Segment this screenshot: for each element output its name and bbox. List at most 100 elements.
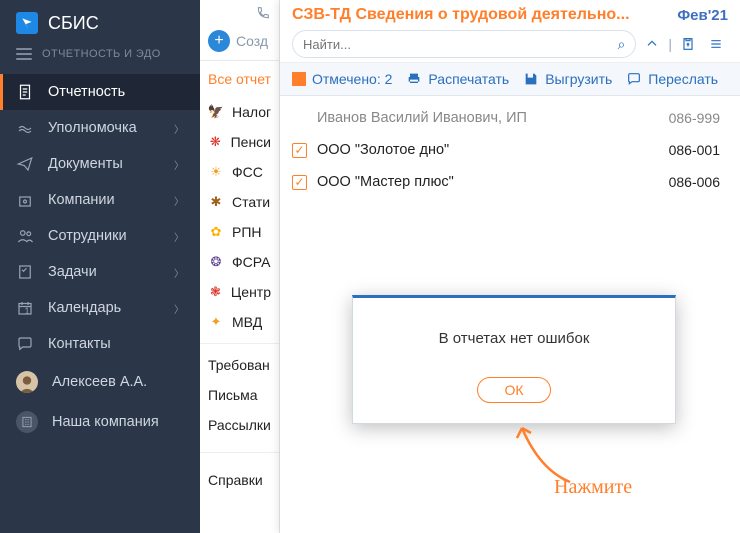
plain-cat-2[interactable]: Рассылки bbox=[200, 410, 279, 440]
category-icon: 🦅 bbox=[208, 104, 224, 120]
toolbar: Отмечено: 2 Распечатать Выгрузить Пересл… bbox=[280, 63, 740, 96]
user-name: Алексеев А.А. bbox=[52, 374, 147, 390]
modal-ok-button[interactable]: ОК bbox=[477, 377, 550, 403]
row-code: 086-999 bbox=[669, 110, 720, 126]
table-row[interactable]: ✓ ООО "Золотое дно" 086-001 bbox=[284, 134, 736, 166]
tb-forward[interactable]: Переслать bbox=[626, 71, 718, 87]
sidebar-item-2[interactable]: Документы〉 bbox=[0, 146, 200, 182]
modal-dialog: В отчетах нет ошибок ОК bbox=[352, 295, 676, 424]
checkbox[interactable]: ✓ bbox=[292, 143, 307, 158]
clipboard-up-icon[interactable] bbox=[676, 32, 700, 56]
chat-icon bbox=[626, 71, 642, 87]
sidebar-item-5[interactable]: Задачи〉 bbox=[0, 254, 200, 290]
menu-icon[interactable] bbox=[16, 48, 32, 60]
search-icon[interactable]: ⌕ bbox=[618, 36, 626, 53]
plain-cat-1[interactable]: Письма bbox=[200, 380, 279, 410]
our-company-label: Наша компания bbox=[52, 414, 159, 430]
co-icon bbox=[16, 191, 34, 209]
category-4[interactable]: ✿ РПН bbox=[200, 217, 279, 247]
category-label: Налог bbox=[232, 104, 271, 120]
row-name: ООО "Золотое дно" bbox=[317, 142, 659, 158]
category-icon: ❂ bbox=[208, 254, 224, 270]
cal-icon: 1 bbox=[16, 299, 34, 317]
sidebar-item-4[interactable]: Сотрудники 〉 bbox=[0, 218, 200, 254]
nav-label: Контакты bbox=[48, 336, 111, 352]
category-icon: ☀ bbox=[208, 164, 224, 180]
collapse-icon[interactable] bbox=[640, 32, 664, 56]
brand-logo-icon bbox=[16, 12, 38, 34]
phone-row[interactable] bbox=[200, 0, 279, 26]
create-row[interactable]: + Созд bbox=[200, 26, 279, 61]
category-7[interactable]: ✦МВД bbox=[200, 307, 279, 337]
category-6[interactable]: ❃Центр bbox=[200, 277, 279, 307]
category-1[interactable]: ❋ Пенси bbox=[200, 127, 279, 157]
category-5[interactable]: ❂ ФСРА bbox=[200, 247, 279, 277]
nav-label: Документы bbox=[48, 156, 123, 172]
sidebar-item-1[interactable]: Уполномочка〉 bbox=[0, 110, 200, 146]
table-row[interactable]: ✓ ООО "Мастер плюс" 086-006 bbox=[284, 166, 736, 198]
more-icon[interactable] bbox=[704, 32, 728, 56]
middle-column: + Созд Все отчет 🦅 Налог ❋ Пенси ☀ ФСС ✱ Стати ✿… bbox=[200, 0, 280, 533]
sidebar-header: СБИС bbox=[0, 0, 200, 46]
tb-print[interactable]: Распечатать bbox=[406, 71, 509, 87]
chevron-right-icon: 〉 bbox=[174, 229, 184, 244]
category-label: РПН bbox=[232, 224, 262, 240]
hands-icon bbox=[16, 119, 34, 137]
nav-label: Календарь bbox=[48, 300, 121, 316]
nav-label: Компании bbox=[48, 192, 115, 208]
sidebar-subtitle: ОТЧЕТНОСТЬ И ЭДО bbox=[42, 48, 161, 60]
rows-container: Иванов Василий Иванович, ИП086-999 ✓ ООО "… bbox=[280, 96, 740, 204]
building-icon bbox=[16, 411, 38, 433]
create-label: Созд bbox=[236, 33, 268, 49]
search-input[interactable] bbox=[303, 37, 618, 52]
row-name: ООО "Мастер плюс" bbox=[317, 174, 659, 190]
sidebar-subtitle-row[interactable]: ОТЧЕТНОСТЬ И ЭДО bbox=[0, 46, 200, 74]
chevron-right-icon: 〉 bbox=[174, 301, 184, 316]
sidebar-item-7[interactable]: Контакты bbox=[0, 326, 200, 362]
tb-export[interactable]: Выгрузить bbox=[523, 71, 612, 87]
category-2[interactable]: ☀ ФСС bbox=[200, 157, 279, 187]
category-label: Стати bbox=[232, 194, 270, 210]
category-label: ФСС bbox=[232, 164, 263, 180]
category-label: ФСРА bbox=[232, 254, 271, 270]
create-plus-icon[interactable]: + bbox=[208, 30, 230, 52]
tb-marked[interactable]: Отмечено: 2 bbox=[292, 71, 392, 87]
category-0[interactable]: 🦅 Налог bbox=[200, 97, 279, 127]
sidebar-item-3[interactable]: Компании 〉 bbox=[0, 182, 200, 218]
plain-cat-0[interactable]: Требован bbox=[200, 350, 279, 380]
print-icon bbox=[406, 71, 422, 87]
panel-date[interactable]: Фев'21 bbox=[677, 7, 728, 24]
brand-name: СБИС bbox=[48, 13, 99, 34]
search-box[interactable]: ⌕ bbox=[292, 30, 636, 58]
sidebar-item-0[interactable]: Отчетность bbox=[0, 74, 200, 110]
checkbox[interactable]: ✓ bbox=[292, 175, 307, 190]
send-icon bbox=[16, 155, 34, 173]
task-icon bbox=[16, 263, 34, 281]
category-3[interactable]: ✱ Стати bbox=[200, 187, 279, 217]
chevron-right-icon: 〉 bbox=[174, 193, 184, 208]
chevron-right-icon: 〉 bbox=[174, 265, 184, 280]
save-icon bbox=[523, 71, 539, 87]
check-icon bbox=[292, 72, 306, 86]
plain-cat2-0[interactable]: Справки bbox=[200, 465, 279, 495]
category-icon: ✱ bbox=[208, 194, 224, 210]
nav-label: Сотрудники bbox=[48, 228, 127, 244]
category-icon: ✿ bbox=[208, 224, 224, 240]
sidebar-user[interactable]: Алексеев А.А. bbox=[0, 362, 200, 402]
people-icon bbox=[16, 227, 34, 245]
modal-message: В отчетах нет ошибок bbox=[353, 298, 675, 367]
panel-title: СЗВ-ТД Сведения о трудовой деятельно... bbox=[292, 6, 669, 24]
doc-icon bbox=[16, 83, 34, 101]
category-label: Пенси bbox=[231, 134, 271, 150]
category-label: Центр bbox=[231, 284, 271, 300]
sidebar-item-6[interactable]: 1 Календарь 〉 bbox=[0, 290, 200, 326]
chat-icon bbox=[16, 335, 34, 353]
row-code: 086-001 bbox=[669, 142, 720, 158]
category-icon: ❋ bbox=[208, 134, 223, 150]
row-code: 086-006 bbox=[669, 174, 720, 190]
filter-all-reports[interactable]: Все отчет bbox=[200, 61, 279, 97]
nav-label: Уполномочка bbox=[48, 120, 137, 136]
table-row[interactable]: Иванов Василий Иванович, ИП086-999 bbox=[284, 102, 736, 134]
sidebar-our-company[interactable]: Наша компания bbox=[0, 402, 200, 442]
sidebar: СБИС ОТЧЕТНОСТЬ И ЭДО ОтчетностьУполномо… bbox=[0, 0, 200, 533]
